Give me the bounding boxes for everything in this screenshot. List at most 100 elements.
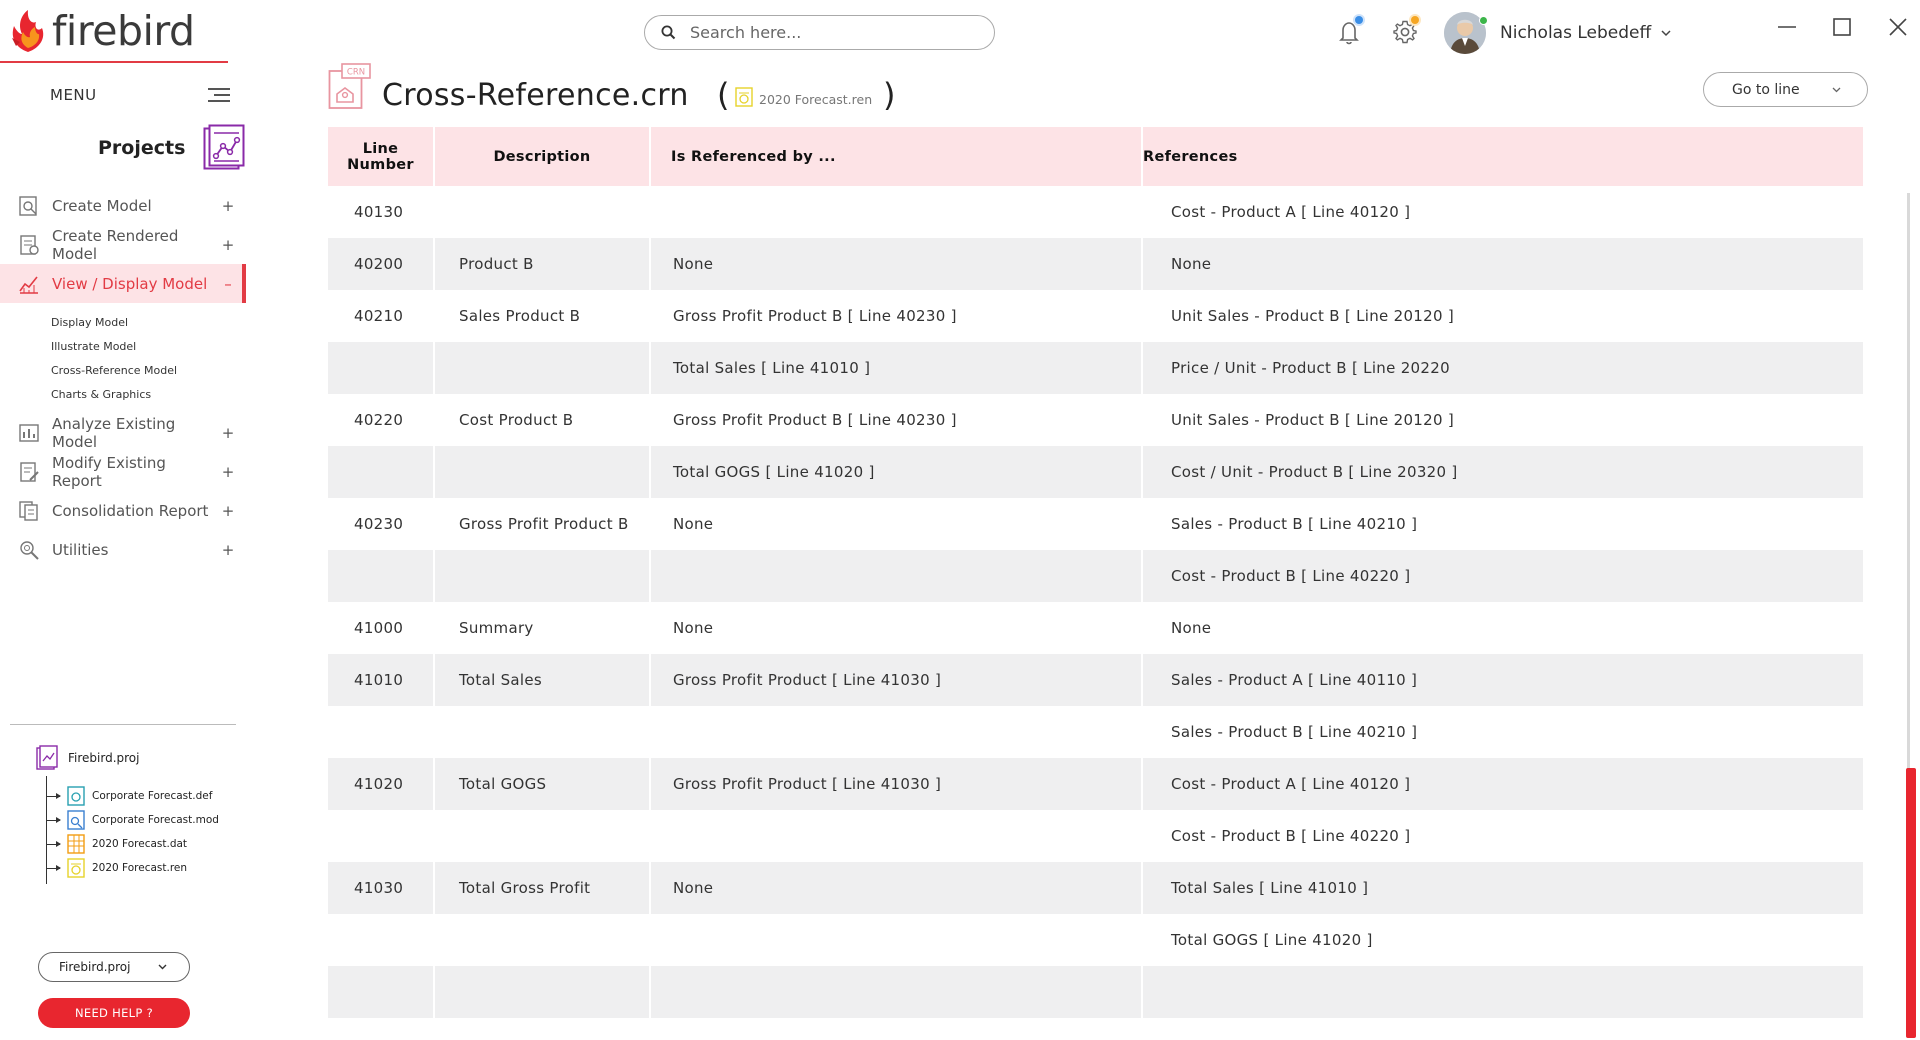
- tree-divider: [10, 724, 236, 725]
- header-line-number[interactable]: Line Number: [328, 127, 435, 186]
- header-referenced-by[interactable]: Is Referenced by ...: [651, 127, 1143, 186]
- table-row[interactable]: 41030 Total Gross Profit None Total Sales […: [328, 862, 1863, 914]
- maximize-icon: [1833, 18, 1851, 36]
- sidebar-item-label: Modify Existing Report: [52, 453, 166, 490]
- cell-line-number: [328, 446, 435, 498]
- close-button[interactable]: [1885, 14, 1911, 40]
- subnav-item-illustrate-model[interactable]: Illustrate Model: [51, 335, 246, 359]
- sidebar-item-modify-existing-report[interactable]: Modify Existing Report +: [0, 452, 246, 491]
- project-select[interactable]: Firebird.proj: [38, 952, 190, 982]
- cell-references: Total GOGS [ Line 41020 ]: [1171, 931, 1373, 949]
- tree-item-dat[interactable]: 2020 Forecast.dat: [46, 834, 187, 854]
- minimize-button[interactable]: [1774, 14, 1800, 40]
- menu-header: MENU: [50, 84, 230, 106]
- cell-line-number: [328, 914, 435, 966]
- cell-line-number: 40200: [328, 238, 435, 290]
- cell-line-number: 41030: [328, 862, 435, 914]
- collapse-toggle[interactable]: –: [218, 275, 238, 293]
- search-input[interactable]: [690, 23, 950, 42]
- logo-divider: [0, 61, 228, 63]
- crn-file-icon-text: CRN: [347, 68, 365, 78]
- projects-chart-icon: [203, 124, 245, 170]
- expand-toggle[interactable]: +: [218, 197, 238, 215]
- search-box[interactable]: [644, 15, 995, 50]
- table-row[interactable]: 40130 Cost - Product A [ Line 40120 ]: [328, 186, 1863, 238]
- cell-references: None: [1171, 619, 1212, 637]
- table-row[interactable]: Total GOGS [ Line 41020 ]: [328, 914, 1863, 966]
- expand-toggle[interactable]: +: [218, 502, 238, 520]
- notifications-button[interactable]: [1336, 16, 1364, 46]
- table-row[interactable]: 40200 Product B None None: [328, 238, 1863, 290]
- sidebar-item-create-model[interactable]: Create Model +: [0, 186, 246, 225]
- cell-line-number: [328, 966, 435, 1018]
- notification-dot: [1355, 16, 1363, 24]
- settings-dot: [1411, 16, 1419, 24]
- table-row[interactable]: 40210 Sales Product B Gross Profit Product…: [328, 290, 1863, 342]
- app-name: firebird: [52, 7, 195, 55]
- sidebar-item-analyze-existing-model[interactable]: Analyze Existing Model +: [0, 413, 246, 452]
- cell-description: Cost Product B: [435, 394, 651, 446]
- dat-file-icon: [67, 834, 85, 854]
- subnav-item-display-model[interactable]: Display Model: [51, 311, 246, 335]
- linked-file[interactable]: 2020 Forecast.ren: [734, 86, 872, 107]
- tree-item-label: Corporate Forecast.mod: [92, 814, 219, 826]
- table-row[interactable]: 40220 Cost Product B Gross Profit Product …: [328, 394, 1863, 446]
- table-row[interactable]: 41000 Summary None None: [328, 602, 1863, 654]
- cell-referenced-by: [651, 706, 1143, 758]
- cell-referenced-by: Gross Profit Product B [ Line 40230 ]: [651, 394, 1143, 446]
- expand-toggle[interactable]: +: [218, 541, 238, 559]
- go-to-line-select[interactable]: Go to line: [1703, 72, 1868, 107]
- sidebar: firebird MENU Projects Create Model + Cr…: [0, 0, 246, 1040]
- expand-toggle[interactable]: +: [218, 424, 238, 442]
- table-row[interactable]: Total Sales [ Line 41010 ] Price / Unit -…: [328, 342, 1863, 394]
- scrollbar-thumb[interactable]: [1906, 768, 1916, 1038]
- header-description[interactable]: Description: [435, 127, 651, 186]
- app-logo[interactable]: firebird: [8, 7, 195, 55]
- modify-report-icon: [20, 461, 39, 482]
- table-row[interactable]: Sales - Product B [ Line 40210 ]: [328, 706, 1863, 758]
- table-row[interactable]: 41020 Total GOGS Gross Profit Product [ Li…: [328, 758, 1863, 810]
- need-help-button[interactable]: NEED HELP ?: [38, 998, 190, 1028]
- subnav-item-cross-reference-model[interactable]: Cross-Reference Model: [51, 359, 246, 383]
- tree-item-def[interactable]: Corporate Forecast.def: [46, 786, 212, 806]
- expand-toggle[interactable]: +: [218, 236, 238, 254]
- cell-referenced-by: None: [651, 238, 1143, 290]
- cell-description: [435, 966, 651, 1018]
- project-tree-root-label: Firebird.proj: [68, 751, 140, 765]
- project-tree-root[interactable]: Firebird.proj: [36, 745, 139, 771]
- expand-toggle[interactable]: +: [218, 463, 238, 481]
- projects-header[interactable]: Projects: [98, 124, 245, 172]
- table-row[interactable]: [328, 966, 1863, 1018]
- cell-references: Sales - Product A [ Line 40110 ]: [1171, 671, 1418, 689]
- linked-file-label: 2020 Forecast.ren: [759, 92, 873, 107]
- user-menu[interactable]: Nicholas Lebedeff: [1444, 12, 1671, 54]
- cell-references: Sales - Product B [ Line 40210 ]: [1171, 515, 1418, 533]
- table-row[interactable]: Cost - Product B [ Line 40220 ]: [328, 810, 1863, 862]
- maximize-button[interactable]: [1829, 14, 1855, 40]
- sidebar-item-create-rendered-model[interactable]: Create Rendered Model +: [0, 225, 246, 264]
- tree-item-ren[interactable]: 2020 Forecast.ren: [46, 858, 187, 878]
- cell-referenced-by: None: [651, 862, 1143, 914]
- online-status-indicator: [1479, 16, 1488, 25]
- subnav-item-charts-graphics[interactable]: Charts & Graphics: [51, 383, 246, 407]
- cell-description: [435, 186, 651, 238]
- table-row[interactable]: Cost - Product B [ Line 40220 ]: [328, 550, 1863, 602]
- cell-referenced-by: [651, 186, 1143, 238]
- header-references-label: References: [1143, 148, 1238, 165]
- table-row[interactable]: 41010 Total Sales Gross Profit Product [ L…: [328, 654, 1863, 706]
- table-row[interactable]: 40230 Gross Profit Product B None Sales - P…: [328, 498, 1863, 550]
- cell-line-number: [328, 706, 435, 758]
- sidebar-item-utilities[interactable]: Utilities +: [0, 530, 246, 569]
- sidebar-item-view-display-model[interactable]: View / Display Model –: [0, 264, 246, 303]
- sidebar-item-consolidation-report[interactable]: Consolidation Report +: [0, 491, 246, 530]
- cell-line-number: 41000: [328, 602, 435, 654]
- hamburger-menu-icon[interactable]: [208, 88, 230, 102]
- table-row[interactable]: Total GOGS [ Line 41020 ] Cost / Unit - P…: [328, 446, 1863, 498]
- create-model-icon: [19, 195, 37, 216]
- sidebar-item-label: Create Model: [52, 196, 152, 215]
- sidebar-item-label: View / Display Model: [52, 274, 208, 293]
- header-references[interactable]: References: [1143, 127, 1863, 186]
- settings-button[interactable]: [1392, 16, 1420, 46]
- tree-item-mod[interactable]: Corporate Forecast.mod: [46, 810, 219, 830]
- cell-referenced-by: Gross Profit Product B [ Line 40230 ]: [651, 290, 1143, 342]
